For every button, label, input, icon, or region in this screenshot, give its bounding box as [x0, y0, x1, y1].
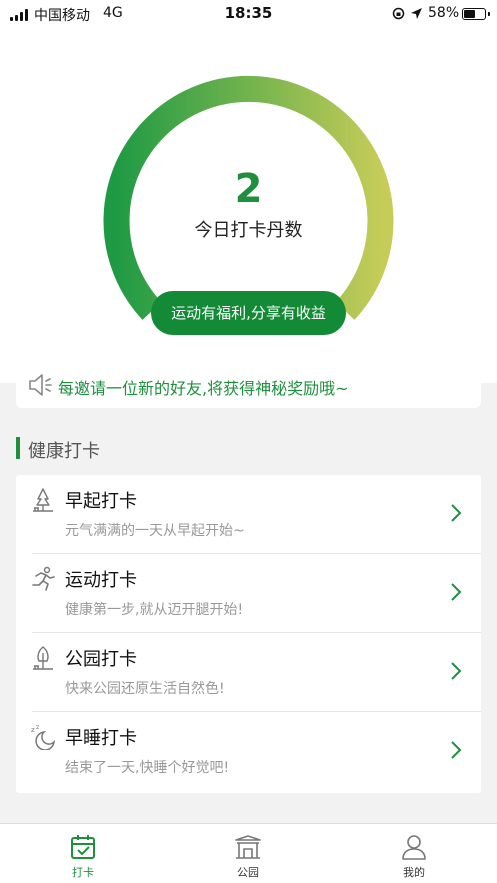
checkin-subtitle: 结束了一天,快睡个好觉吧! — [65, 760, 230, 776]
checkin-title: 公园打卡 — [65, 649, 137, 670]
tab-label: 我的 — [403, 866, 425, 879]
checkin-summary-panel: 2 今日打卡丹数 运动有福利,分享有收益 — [0, 28, 497, 383]
moon-sleep-icon: z z — [31, 724, 56, 750]
checkin-item-park[interactable]: 公园打卡 快来公园还原生活自然色! — [16, 633, 481, 712]
rotation-lock-icon — [392, 7, 405, 20]
checkin-title: 运动打卡 — [65, 570, 137, 591]
svg-text:z: z — [36, 724, 39, 731]
checkin-subtitle: 元气满满的一天从早起开始~ — [65, 523, 245, 539]
user-icon — [402, 835, 426, 860]
chevron-right-icon — [451, 741, 462, 759]
bottom-tab-bar: 打卡 公园 我的 — [0, 823, 497, 883]
checkin-subtitle: 快来公园还原生活自然色! — [65, 681, 225, 697]
section-marker — [16, 437, 20, 459]
notice-text: 每邀请一位新的好友,将获得神秘奖励哦~ — [58, 379, 349, 398]
section-title: 健康打卡 — [28, 441, 100, 462]
tab-label: 公园 — [237, 866, 259, 879]
chevron-right-icon — [451, 504, 462, 522]
tab-profile[interactable]: 我的 — [354, 824, 474, 883]
invite-notice-banner[interactable]: 每邀请一位新的好友,将获得神秘奖励哦~ — [16, 365, 481, 408]
location-icon — [411, 8, 422, 19]
tab-park[interactable]: 公园 — [188, 824, 308, 883]
chevron-right-icon — [451, 662, 462, 680]
checkin-count-label: 今日打卡丹数 — [194, 220, 303, 241]
battery-percent: 58% — [428, 5, 460, 21]
share-rewards-button[interactable]: 运动有福利,分享有收益 — [151, 291, 346, 335]
status-bar: 中国移动 4G 18:35 58% — [0, 0, 497, 28]
checkin-item-early-sleep[interactable]: z z 早睡打卡 结束了一天,快睡个好觉吧! — [16, 712, 481, 791]
tab-checkin[interactable]: 打卡 — [23, 824, 143, 883]
svg-text:z: z — [31, 726, 35, 734]
runner-icon — [32, 566, 55, 591]
tree-bench-icon — [33, 488, 53, 512]
checkin-item-exercise[interactable]: 运动打卡 健康第一步,就从迈开腿开始! — [16, 554, 481, 633]
chevron-right-icon — [451, 583, 462, 601]
checkin-list: 早起打卡 元气满满的一天从早起开始~ 运动打卡 健康第一步,就从迈开腿开始! 公… — [16, 475, 481, 793]
checkin-item-early-rise[interactable]: 早起打卡 元气满满的一天从早起开始~ — [16, 475, 481, 554]
speaker-icon — [29, 374, 52, 396]
park-tree-icon — [33, 646, 53, 670]
checkin-count: 2 — [234, 166, 263, 212]
checkin-subtitle: 健康第一步,就从迈开腿开始! — [65, 602, 244, 618]
tab-label: 打卡 — [72, 866, 94, 879]
park-gate-icon — [235, 835, 261, 859]
battery-icon — [462, 8, 490, 20]
checkin-title: 早起打卡 — [65, 491, 137, 512]
checkin-title: 早睡打卡 — [65, 728, 137, 749]
calendar-check-icon — [71, 835, 95, 859]
